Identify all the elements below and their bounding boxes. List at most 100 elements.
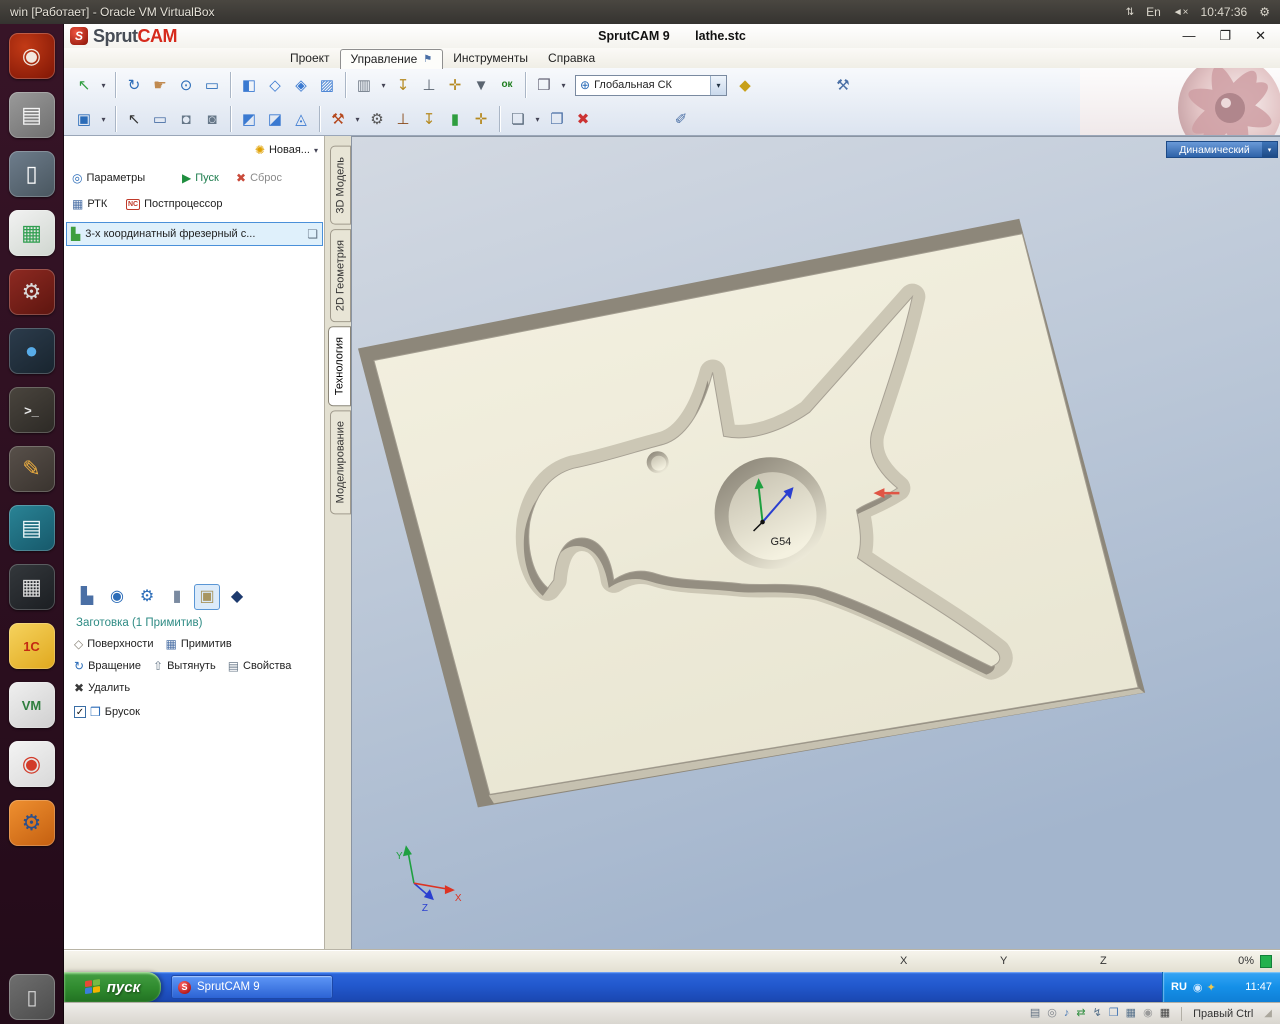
postprocessor-button[interactable]: NC Постпроцессор [126, 198, 223, 210]
hammer-button[interactable]: ⚒ [831, 73, 855, 97]
part-icon[interactable]: ◆ [224, 584, 250, 610]
tab-2d-geometry[interactable]: 2D Геометрия [330, 228, 351, 322]
zoom-window-button[interactable]: ▭ [200, 73, 224, 97]
nav-up-button[interactable]: ↖ [72, 73, 96, 97]
shaded-view-button[interactable]: ◧ [237, 73, 261, 97]
translucent-view-button[interactable]: ◈ [289, 73, 313, 97]
delete-button[interactable]: ✖ Удалить [74, 682, 130, 694]
launcher-web-browser[interactable]: ● [8, 328, 55, 374]
setup-gear-icon[interactable]: ⚙ [134, 584, 160, 610]
primitive-button[interactable]: ▦ Примитив [165, 638, 231, 650]
simulation-button-caret[interactable]: ▾ [352, 107, 363, 131]
pocket-cycle-button[interactable]: ⊥ [417, 73, 441, 97]
tool-holder-button[interactable]: ⊥ [391, 107, 415, 131]
tab-3d-model[interactable]: 3D Модель [330, 146, 351, 225]
new-document-button-caret[interactable]: ▾ [532, 107, 543, 131]
restore-button[interactable]: ❐ [1219, 28, 1231, 44]
spindle-button-caret[interactable]: ▾ [378, 73, 389, 97]
launcher-terminal[interactable]: >_ [8, 387, 55, 433]
layout-button[interactable]: ❒ [532, 73, 556, 97]
tab-modeling[interactable]: Моделирование [330, 409, 351, 515]
launcher-trash[interactable]: ▯ [9, 974, 55, 1020]
reset-button[interactable]: ✖ Сброс [236, 172, 282, 184]
keyboard-status-icon[interactable]: ▦ [1160, 1008, 1170, 1019]
keyboard-indicator-icon[interactable]: ⇅ [1126, 7, 1134, 18]
simulation-button[interactable]: ⚒ [326, 107, 350, 131]
launcher-calculator[interactable]: ▦ [8, 564, 55, 610]
fastener-button[interactable]: ✐ [669, 107, 693, 131]
section-view-button[interactable]: ◩ [237, 107, 261, 131]
launcher-text-editor[interactable]: ▯ [8, 151, 55, 197]
coordinate-system-combo[interactable]: ⊕ Глобальная СК ▾ [575, 74, 727, 96]
machine-button[interactable]: ⚙ [365, 107, 389, 131]
view-mode-combo[interactable]: Динамический ▾ [1166, 141, 1278, 158]
turret-button[interactable]: ▮ [443, 107, 467, 131]
rotation-button[interactable]: ↻ Вращение [74, 660, 141, 672]
document-icon[interactable]: ❏ [307, 228, 318, 240]
workpiece-icon[interactable]: ▣ [194, 584, 220, 610]
mesh-view-button[interactable]: ▨ [315, 73, 339, 97]
drill-cycle-button[interactable]: ↧ [391, 73, 415, 97]
launcher-system-settings[interactable]: ⚙ [8, 800, 55, 846]
launcher-vm-monitor[interactable]: VM [8, 682, 55, 728]
machine-icon[interactable]: ▙ [74, 584, 100, 610]
launcher-1c[interactable]: 1С [8, 623, 55, 669]
menu-help[interactable]: Справка [538, 49, 605, 68]
session-gear-icon[interactable]: ⚙ [1259, 5, 1270, 19]
layout-button-caret[interactable]: ▾ [558, 73, 569, 97]
parameters-button[interactable]: ◎ Параметры [72, 172, 145, 184]
probe-button[interactable]: ✛ [469, 107, 493, 131]
cs-orientation-button[interactable]: ◆ [733, 73, 757, 97]
delete-operation-button[interactable]: ✖ [571, 107, 595, 131]
nav-up-button-caret[interactable]: ▾ [98, 73, 109, 97]
export-image-button[interactable]: ❐ [545, 107, 569, 131]
tray-language[interactable]: RU [1171, 981, 1187, 993]
extrude-button[interactable]: ⇧ Вытянуть [153, 660, 216, 672]
projection-button[interactable]: ◬ [289, 107, 313, 131]
snapshot-add-button[interactable]: ◙ [200, 107, 224, 131]
fixture-icon[interactable]: ▮ [164, 584, 190, 610]
taskbar-task-sprutcam[interactable]: S SprutCAM 9 [171, 975, 333, 999]
video-capture-status-icon[interactable]: ◉ [1143, 1008, 1153, 1019]
run-button[interactable]: ▶ Пуск [182, 172, 219, 184]
select-button[interactable]: ↖ [122, 107, 146, 131]
usb-status-icon[interactable]: ↯ [1093, 1008, 1102, 1019]
launcher-documentation[interactable]: ▤ [8, 505, 55, 551]
snapshot-button[interactable]: ◘ [174, 107, 198, 131]
pan-view-button[interactable]: ☛ [148, 73, 172, 97]
contour-cycle-button[interactable]: ✛ [443, 73, 467, 97]
chevron-down-icon[interactable]: ▾ [710, 75, 726, 95]
launcher-notes[interactable]: ✎ [8, 446, 55, 492]
launcher-files[interactable]: ▤ [8, 92, 55, 138]
launcher-system-tools[interactable]: ⚙ [8, 269, 55, 315]
launcher-dash-home[interactable]: ◉ [8, 33, 55, 79]
ok-button[interactable]: ок [495, 73, 519, 97]
save-button[interactable]: ▣ [72, 107, 96, 131]
cd-status-icon[interactable]: ◎ [1047, 1008, 1057, 1019]
language-indicator[interactable]: En [1146, 5, 1161, 19]
surfaces-button[interactable]: ◇ Поверхности [74, 638, 153, 650]
viewport-3d[interactable]: G54 Y Z X Динамический ▾ [351, 136, 1280, 950]
measure-button[interactable]: ◪ [263, 107, 287, 131]
minimize-button[interactable]: — [1182, 28, 1195, 44]
audio-status-icon[interactable]: ♪ [1064, 1008, 1070, 1019]
network-status-icon[interactable]: ⇄ [1076, 1008, 1085, 1019]
rotate-view-button[interactable]: ↻ [122, 73, 146, 97]
properties-button[interactable]: ▤ Свойства [228, 660, 292, 672]
hdd-status-icon[interactable]: ▤ [1030, 1008, 1040, 1019]
finish-cycle-button[interactable]: ▼ [469, 73, 493, 97]
menu-tools[interactable]: Инструменты [443, 49, 538, 68]
zoom-view-button[interactable]: ⊙ [174, 73, 198, 97]
spindle-button[interactable]: ▥ [352, 73, 376, 97]
drill-tool-button[interactable]: ↧ [417, 107, 441, 131]
resize-grip-icon[interactable]: ◢ [1264, 1008, 1272, 1019]
chevron-down-icon[interactable]: ▾ [1262, 142, 1277, 157]
wireframe-view-button[interactable]: ◇ [263, 73, 287, 97]
tray-security-icon[interactable]: ✦ [1207, 981, 1216, 994]
start-button[interactable]: пуск [64, 972, 161, 1002]
shared-folders-status-icon[interactable]: ❒ [1109, 1008, 1119, 1019]
model-icon[interactable]: ◉ [104, 584, 130, 610]
volume-muted-icon[interactable]: ◄× [1173, 7, 1189, 18]
new-operation-button[interactable]: ✺ Новая... ▾ [255, 144, 318, 156]
tab-technology[interactable]: Технология [328, 325, 351, 406]
